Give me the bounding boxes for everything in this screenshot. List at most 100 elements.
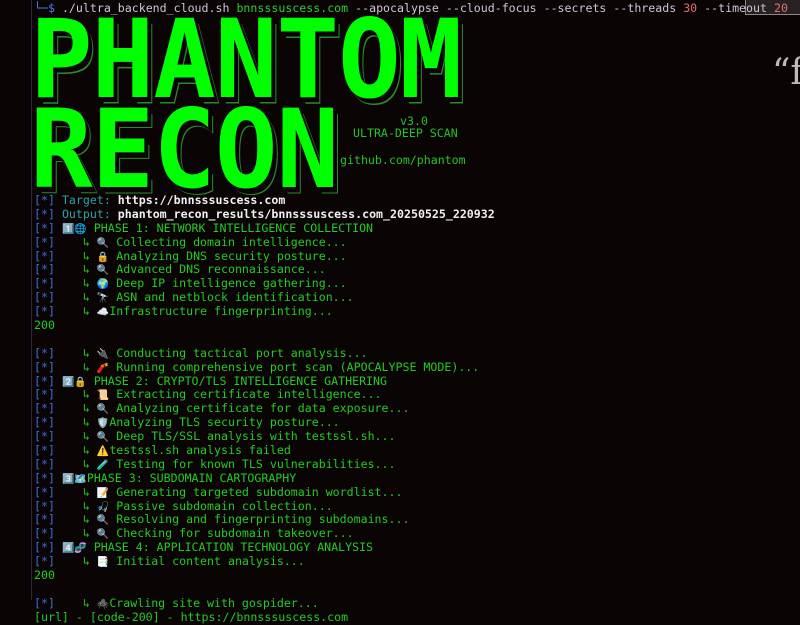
log-prefix: [*] <box>34 359 55 374</box>
log-prefix: [*] <box>34 498 55 513</box>
timeout-value: 20 <box>773 1 788 15</box>
sub-arrow-icon: ↳ <box>82 276 90 291</box>
log-emoji-icon: 2️⃣🔒 <box>61 376 87 388</box>
log-line: [*] Output: phantom_recon_results/bnnsss… <box>34 206 800 222</box>
sub-arrow-icon: ↳ <box>82 304 90 319</box>
log-line: 200 <box>34 318 800 333</box>
phantom-recon-logo: PHANTOM RECON <box>30 5 462 204</box>
log-line: [*] ↳ ☁️Infrastructure fingerprinting... <box>34 304 800 319</box>
sub-arrow-icon: ↳ <box>82 484 90 499</box>
log-emoji-icon: 🧨 <box>96 362 110 374</box>
log-prefix: [*] <box>34 484 55 499</box>
log-prefix: [*] <box>34 456 55 471</box>
log-line: [*] ↳ 🔍 Deep TLS/SSL analysis with tests… <box>34 429 800 444</box>
log-text: PHASE 1: NETWORK INTELLIGENCE COLLECTION <box>93 220 374 235</box>
log-prefix: [*] <box>34 512 55 527</box>
log-line: [*] ↳ ⚠️testssl.sh analysis failed <box>34 443 800 458</box>
sub-arrow-icon: ↳ <box>82 456 90 471</box>
sub-arrow-icon: ↳ <box>82 345 90 360</box>
log-line: [*] ↳ 🧨 Running comprehensive port scan … <box>34 359 800 375</box>
log-line: [*] ↳ 🕷️Crawling site with gospider... <box>34 595 800 611</box>
log-line: [*] ↳ 🔍 Advanced DNS reconnaissance... <box>34 263 800 277</box>
log-emoji-icon: 🔌 <box>96 348 110 360</box>
log-emoji-icon: 1️⃣🌐 <box>61 223 87 235</box>
log-prefix: [*] <box>34 554 55 569</box>
log-line: [*] ↳ 🔍 Checking for subdomain takeover.… <box>34 526 800 541</box>
log-line: [*] ↳ 🔍 Analyzing certificate for data e… <box>34 401 800 416</box>
log-line: [*] ↳ 🔍 Collecting domain intelligence..… <box>34 234 800 250</box>
log-text: Extracting certificate intelligence... <box>116 387 382 402</box>
log-line: 200 <box>34 568 800 583</box>
log-line: [*] 3️⃣🗺️PHASE 3: SUBDOMAIN CARTOGRAPHY <box>34 470 800 486</box>
log-prefix: [*] <box>34 290 55 305</box>
log-text: Passive subdomain collection... <box>116 498 333 513</box>
log-prefix: [*] <box>34 429 55 444</box>
log-line: [*] 1️⃣🌐 PHASE 1: NETWORK INTELLIGENCE C… <box>34 220 800 236</box>
log-line: [*] ↳ 📑 Initial content analysis... <box>34 554 800 569</box>
log-line: [*] 2️⃣🔒 PHASE 2: CRYPTO/TLS INTELLIGENC… <box>34 373 800 389</box>
log-prefix: [*] <box>34 206 55 221</box>
sub-arrow-icon: ↳ <box>82 554 90 569</box>
log-prefix: [*] <box>34 595 55 610</box>
log-label: Target: <box>61 193 111 207</box>
log-prefix: [*] <box>34 415 55 430</box>
log-text: testssl.sh analysis failed <box>109 443 291 458</box>
log-label: Output: <box>61 206 111 221</box>
log-line: [*] ↳ 📝 Generating targeted subdomain wo… <box>34 484 800 500</box>
log-emoji-icon: 🔍 <box>96 237 110 249</box>
log-emoji-icon: 🕷️ <box>96 598 110 610</box>
sub-arrow-icon: ↳ <box>82 234 90 249</box>
log-line: [url] - [code-200] - https://bnnsssusces… <box>34 609 800 625</box>
log-emoji-icon: 🔍 <box>96 515 110 527</box>
log-prefix: [*] <box>34 373 55 388</box>
log-prefix: [*] <box>34 193 55 207</box>
log-text: [url] - [code-200] - https://bnnsssusces… <box>34 609 349 624</box>
log-emoji-icon: 🔍 <box>96 529 110 541</box>
log-prefix: [*] <box>34 526 55 541</box>
sub-arrow-icon: ↳ <box>82 526 90 541</box>
log-emoji-icon: ☁️ <box>96 307 110 319</box>
log-emoji-icon: 🔍 <box>96 265 110 277</box>
log-line: [*] ↳ 🔭 ASN and netblock identification.… <box>34 290 800 305</box>
log-text: Testing for known TLS vulnerabilities... <box>116 456 396 471</box>
log-text: 200 <box>34 568 55 583</box>
log-text: 200 <box>34 318 55 333</box>
log-line: [*] ↳ 🌍 Deep IP intelligence gathering..… <box>34 276 800 291</box>
log-emoji-icon: 🔒 <box>96 251 110 263</box>
log-prefix: [*] <box>34 401 55 416</box>
sub-arrow-icon: ↳ <box>82 290 90 305</box>
log-text: Running comprehensive port scan (APOCALY… <box>116 359 480 374</box>
scan-mode: ULTRA-DEEP SCAN <box>353 126 458 140</box>
log-prefix: [*] <box>34 262 55 277</box>
quote-fragment: “f <box>772 52 800 93</box>
log-text: Analyzing certificate for data exposure.… <box>116 401 410 416</box>
timeout-flag: --timeout <box>704 1 767 15</box>
log-emoji-icon: 4️⃣🧬 <box>61 543 87 555</box>
log-emoji-icon: 🔭 <box>96 293 110 305</box>
log-prefix: [*] <box>34 234 55 249</box>
log-line: [*] ↳ 📜 Extracting certificate intellige… <box>34 388 800 402</box>
sub-arrow-icon: ↳ <box>82 443 90 458</box>
log-output: [*] Target: https://bnnsssuscess.com [*] … <box>34 193 800 625</box>
log-prefix: [*] <box>34 345 55 360</box>
log-text: Crawling site with gospider... <box>109 595 319 610</box>
log-emoji-icon: 🌍 <box>96 279 110 291</box>
sub-arrow-icon: ↳ <box>82 512 90 527</box>
sub-arrow-icon: ↳ <box>82 262 90 277</box>
log-emoji-icon: 📜 <box>96 390 110 402</box>
log-emoji-icon: 🔍 <box>96 404 110 416</box>
log-line: [*] Target: https://bnnsssuscess.com <box>34 193 800 208</box>
log-prefix: [*] <box>34 470 55 485</box>
log-text: Generating targeted subdomain wordlist..… <box>116 484 403 499</box>
sub-arrow-icon: ↳ <box>82 248 90 263</box>
log-prefix: [*] <box>34 248 55 263</box>
log-text: PHASE 2: CRYPTO/TLS INTELLIGENCE GATHERI… <box>93 373 387 388</box>
log-text: Analyzing DNS security posture... <box>116 248 347 263</box>
log-text: Deep IP intelligence gathering... <box>116 276 347 291</box>
log-prefix: [*] <box>34 387 55 402</box>
log-value: https://bnnsssuscess.com <box>117 193 286 207</box>
log-emoji-icon: 📝 <box>96 487 110 499</box>
log-text: Collecting domain intelligence... <box>116 234 347 249</box>
log-line: [*] 4️⃣🧬 PHASE 4: APPLICATION TECHNOLOGY… <box>34 540 800 555</box>
